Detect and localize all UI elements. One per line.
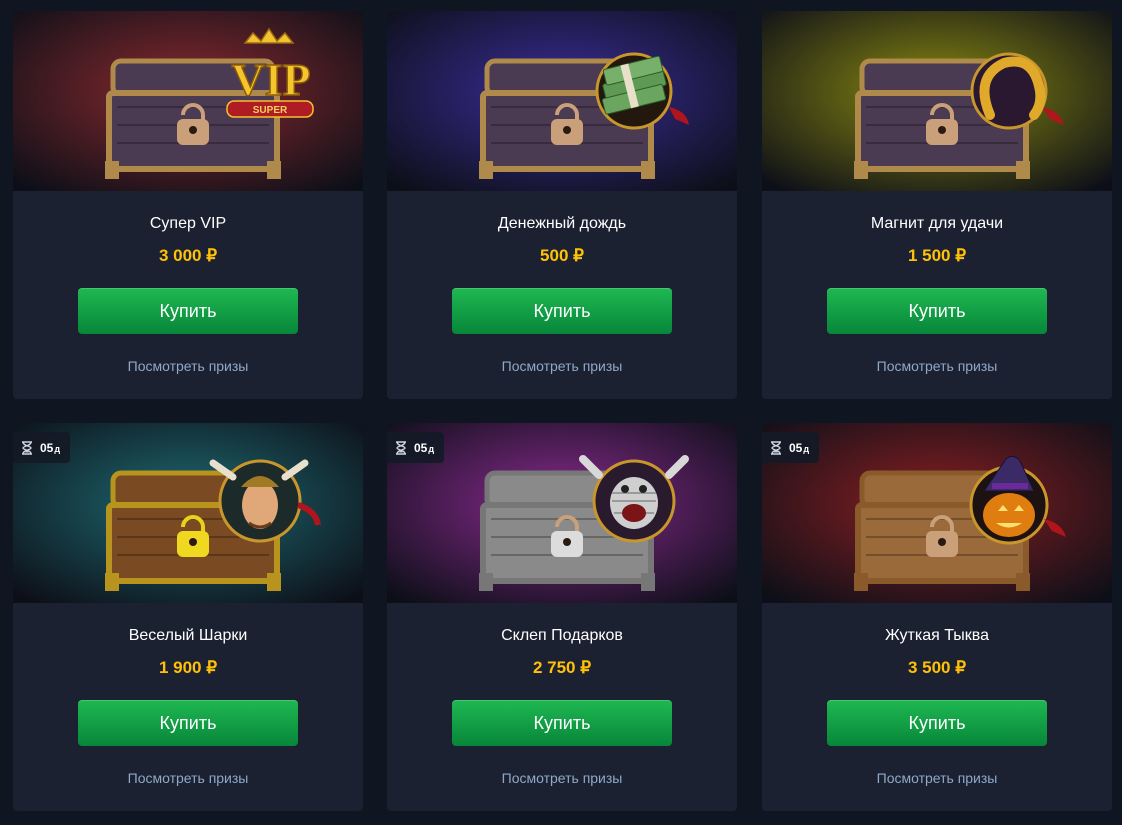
chest-banner[interactable]: 05д xyxy=(13,423,363,603)
timer-value: 05 xyxy=(40,440,54,455)
chest-card-money-rain: Денежный дождь 500 ₽ Купить Посмотреть п… xyxy=(387,11,737,399)
hourglass-icon xyxy=(771,440,781,455)
hourglass-icon xyxy=(396,440,406,455)
buy-button[interactable]: Купить xyxy=(452,288,672,334)
chest-banner[interactable] xyxy=(387,11,737,191)
buy-button[interactable]: Купить xyxy=(827,288,1047,334)
chest-card-luck-magnet: Магнит для удачи 1 500 ₽ Купить Посмотре… xyxy=(762,11,1112,399)
chest-price: 500 ₽ xyxy=(540,246,584,265)
buy-button[interactable]: Купить xyxy=(452,700,672,746)
chest-price: 2 750 ₽ xyxy=(532,658,592,677)
view-prizes-link[interactable]: Посмотреть призы xyxy=(762,770,1112,786)
svg-text:SUPER: SUPER xyxy=(253,105,288,116)
hourglass-icon xyxy=(22,440,32,455)
timer-unit: д xyxy=(54,443,61,454)
chest-card-spooky-pumpkin: 05д Жуткая Тыква 3 500 ₽ Купить Посмотре… xyxy=(762,423,1112,811)
view-prizes-link[interactable]: Посмотреть призы xyxy=(387,358,737,374)
buy-button[interactable]: Купить xyxy=(78,700,298,746)
buy-button[interactable]: Купить xyxy=(827,700,1047,746)
chest-shop-grid: VIP SUPER Супер VIP 3 000 ₽ Купить Посмо… xyxy=(0,0,1122,825)
chest-price: 3 500 ₽ xyxy=(907,658,967,677)
timer-badge: 05д xyxy=(13,432,71,463)
view-prizes-link[interactable]: Посмотреть призы xyxy=(13,358,363,374)
svg-text:VIP: VIP xyxy=(231,54,310,105)
treasure-chest-illustration xyxy=(762,11,1112,191)
chest-banner[interactable]: 05д xyxy=(387,423,737,603)
timer-unit: д xyxy=(803,443,810,454)
chest-title: Денежный дождь xyxy=(497,215,627,232)
buy-button[interactable]: Купить xyxy=(78,288,298,334)
view-prizes-link[interactable]: Посмотреть призы xyxy=(13,770,363,786)
chest-card-jolly-sharky: 05д Веселый Шарки 1 900 ₽ Купить Посмотр… xyxy=(13,423,363,811)
timer-value: 05 xyxy=(789,440,803,455)
treasure-chest-illustration: VIP SUPER xyxy=(13,11,363,191)
chest-card-super-vip: VIP SUPER Супер VIP 3 000 ₽ Купить Посмо… xyxy=(13,11,363,399)
treasure-chest-illustration xyxy=(387,11,737,191)
chest-title: Веселый Шарки xyxy=(128,627,248,644)
chest-price: 1 500 ₽ xyxy=(907,246,967,265)
chest-title: Жуткая Тыква xyxy=(884,627,990,644)
view-prizes-link[interactable]: Посмотреть призы xyxy=(387,770,737,786)
chest-title: Магнит для удачи xyxy=(870,215,1004,232)
chest-price: 1 900 ₽ xyxy=(158,658,218,677)
timer-unit: д xyxy=(428,443,435,454)
chest-price: 3 000 ₽ xyxy=(158,246,218,265)
chest-banner[interactable]: VIP SUPER xyxy=(13,11,363,191)
chest-card-gift-crypt: 05д Склеп Подарков 2 750 ₽ Купить Посмот… xyxy=(387,423,737,811)
chest-banner[interactable]: 05д xyxy=(762,423,1112,603)
chest-title: Супер VIP xyxy=(149,215,227,232)
timer-value: 05 xyxy=(414,440,428,455)
timer-badge: 05д xyxy=(762,432,820,463)
chest-title: Склеп Подарков xyxy=(501,627,623,644)
timer-badge: 05д xyxy=(387,432,445,463)
chest-banner[interactable] xyxy=(762,11,1112,191)
view-prizes-link[interactable]: Посмотреть призы xyxy=(762,358,1112,374)
